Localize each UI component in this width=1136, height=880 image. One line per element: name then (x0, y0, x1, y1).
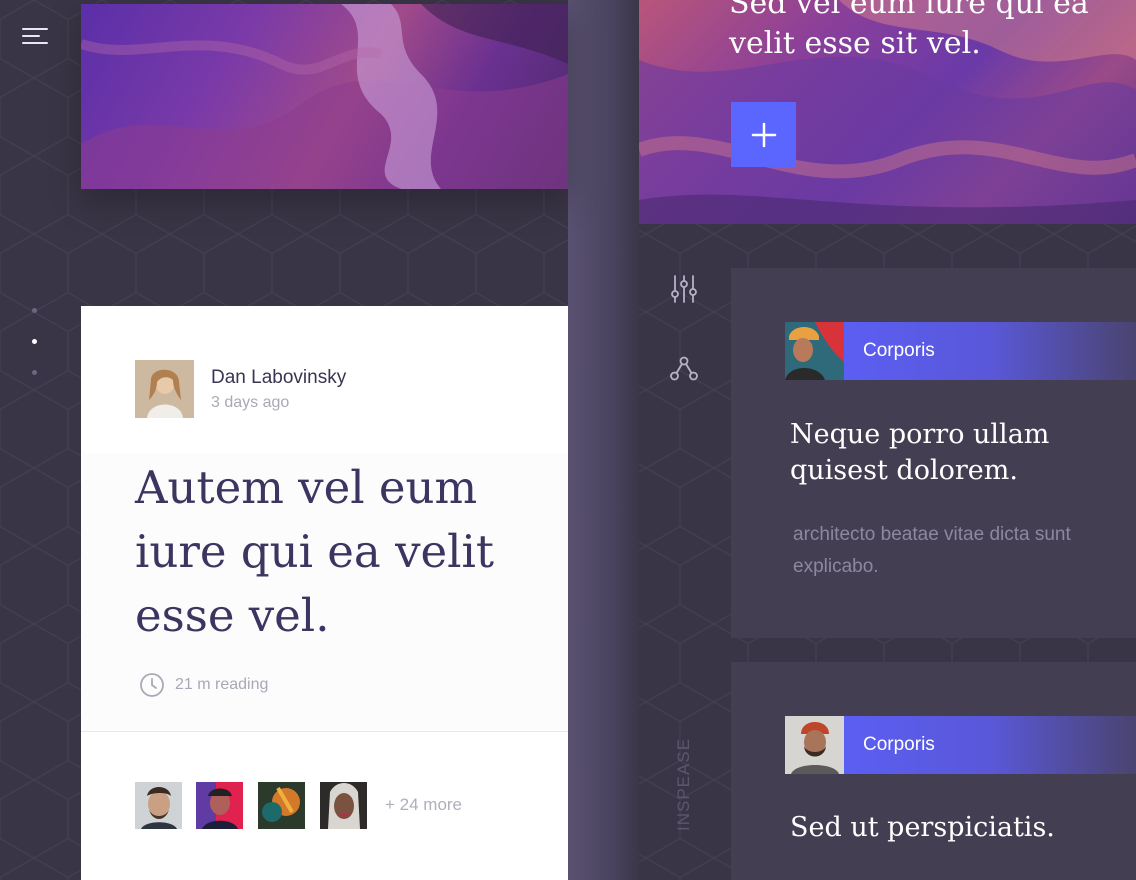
tag-label[interactable]: Corporis (844, 322, 1136, 380)
reader-avatar[interactable] (135, 782, 182, 829)
author-avatar[interactable] (135, 360, 194, 418)
post-title[interactable]: Sed ut perspiciatis. (790, 810, 1120, 846)
author-name[interactable]: Dan Labovinsky (211, 367, 346, 389)
post-excerpt: architecto beatae vitae dicta sunt expli… (793, 524, 1071, 577)
post-title[interactable]: Neque porro ullam quisest dolorem. (790, 417, 1120, 489)
post-tag[interactable]: Corporis (785, 322, 1136, 380)
hero-image-canyon (81, 4, 568, 189)
plus-icon (751, 122, 776, 147)
reading-time: 21 m reading (139, 672, 268, 698)
post-tag[interactable]: Corporis (785, 716, 1136, 774)
post-card[interactable]: Corporis Neque porro ullam quisest dolor… (731, 268, 1136, 638)
post-timestamp: 3 days ago (211, 394, 290, 411)
clock-icon (140, 673, 164, 697)
reader-avatar[interactable] (320, 782, 367, 829)
pager-dot[interactable] (32, 308, 37, 313)
post-card[interactable]: Corporis Sed ut perspiciatis. (731, 662, 1136, 880)
article-headline[interactable]: Autem vel eum iure qui ea velit esse vel… (135, 456, 555, 648)
tag-avatar (785, 322, 844, 380)
more-readers-link[interactable]: + 24 more (385, 795, 462, 815)
sliders-icon[interactable] (670, 274, 698, 309)
hero-headline: Sed vel eum iure qui ea velit esse sit v… (729, 0, 1089, 61)
article-card[interactable]: Dan Labovinsky 3 days ago Autem vel eum … (81, 306, 568, 880)
brand-wordmark: INSPEASE (674, 737, 693, 831)
hero-image-canyon-right: Sed vel eum iure qui ea velit esse sit v… (639, 0, 1136, 224)
menu-icon[interactable] (22, 25, 48, 47)
reader-avatar[interactable] (258, 782, 305, 829)
column-separator (568, 0, 639, 880)
tag-label[interactable]: Corporis (844, 716, 1136, 774)
divider (81, 731, 568, 732)
tag-avatar (785, 716, 844, 774)
reader-avatar[interactable] (196, 782, 243, 829)
pager-dot[interactable] (32, 370, 37, 375)
pager-dot-active[interactable] (32, 339, 37, 344)
add-button[interactable] (731, 102, 796, 167)
share-icon[interactable] (670, 356, 698, 387)
reading-time-label: 21 m reading (175, 676, 269, 693)
